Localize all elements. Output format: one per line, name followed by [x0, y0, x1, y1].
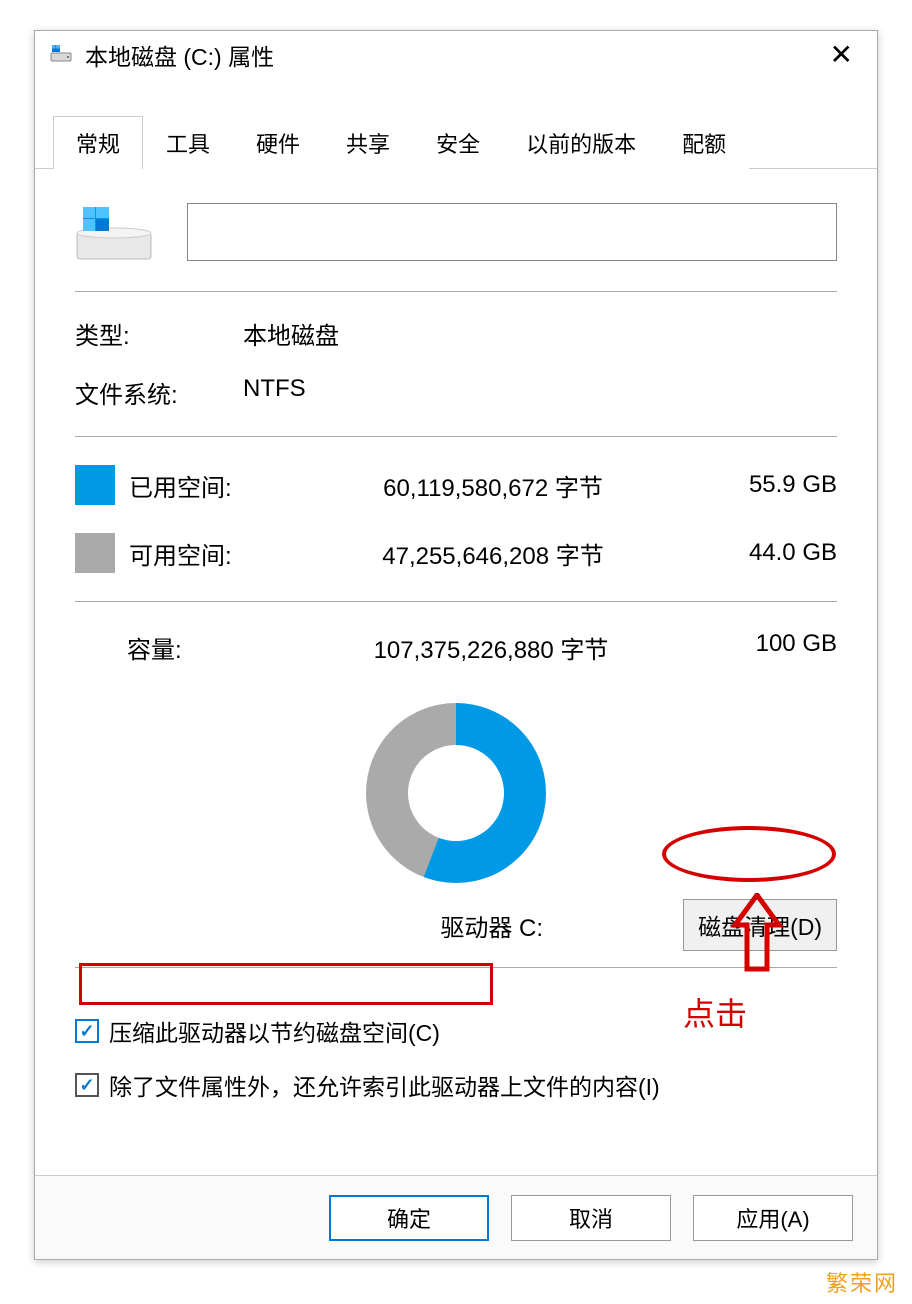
- filesystem-label: 文件系统:: [75, 375, 243, 410]
- drive-icon: [49, 41, 73, 70]
- index-checkbox[interactable]: ✓: [75, 1073, 99, 1097]
- type-value: 本地磁盘: [243, 316, 837, 351]
- capacity-bytes: 107,375,226,880 字节: [275, 630, 707, 665]
- index-label: 除了文件属性外，还允许索引此驱动器上文件的内容(I): [109, 1068, 660, 1102]
- free-space-bytes: 47,255,646,208 字节: [279, 536, 707, 571]
- free-space-swatch: [75, 533, 115, 573]
- drive-letter-label: 驱动器 C:: [440, 908, 543, 943]
- tab-hardware[interactable]: 硬件: [233, 116, 323, 169]
- drive-name-input[interactable]: [187, 203, 837, 261]
- dialog-buttons: 确定 取消 应用(A): [35, 1175, 877, 1259]
- tab-content-general: 类型: 本地磁盘 文件系统: NTFS 已用空间: 60,119,580,672…: [35, 169, 877, 1132]
- tab-security[interactable]: 安全: [413, 116, 503, 169]
- compress-label: 压缩此驱动器以节约磁盘空间(C): [109, 1014, 440, 1048]
- titlebar: 本地磁盘 (C:) 属性 ✕: [35, 31, 877, 79]
- type-label: 类型:: [75, 316, 243, 351]
- used-space-gb: 55.9 GB: [707, 471, 837, 499]
- usage-donut-chart: [366, 703, 546, 883]
- ok-button[interactable]: 确定: [329, 1195, 489, 1241]
- properties-dialog: 本地磁盘 (C:) 属性 ✕ 常规 工具 硬件 共享 安全 以前的版本 配额 类…: [34, 30, 878, 1260]
- used-space-bytes: 60,119,580,672 字节: [279, 468, 707, 503]
- close-button[interactable]: ✕: [820, 37, 863, 73]
- tab-quota[interactable]: 配额: [659, 116, 749, 169]
- free-space-gb: 44.0 GB: [707, 539, 837, 567]
- tab-general[interactable]: 常规: [53, 116, 143, 169]
- used-space-label: 已用空间:: [129, 468, 279, 503]
- filesystem-value: NTFS: [243, 375, 837, 410]
- tab-previous[interactable]: 以前的版本: [503, 116, 659, 169]
- tab-bar: 常规 工具 硬件 共享 安全 以前的版本 配额: [35, 115, 877, 169]
- capacity-gb: 100 GB: [707, 630, 837, 665]
- free-space-label: 可用空间:: [129, 536, 279, 571]
- compress-checkbox[interactable]: ✓: [75, 1019, 99, 1043]
- capacity-label: 容量:: [75, 630, 275, 665]
- window-title: 本地磁盘 (C:) 属性: [85, 38, 274, 72]
- drive-large-icon: [75, 201, 153, 263]
- watermark: 繁荣网: [826, 1266, 898, 1298]
- used-space-swatch: [75, 465, 115, 505]
- disk-cleanup-button[interactable]: 磁盘清理(D): [683, 899, 837, 951]
- apply-button[interactable]: 应用(A): [693, 1195, 853, 1241]
- cancel-button[interactable]: 取消: [511, 1195, 671, 1241]
- tab-tools[interactable]: 工具: [143, 116, 233, 169]
- tab-sharing[interactable]: 共享: [323, 116, 413, 169]
